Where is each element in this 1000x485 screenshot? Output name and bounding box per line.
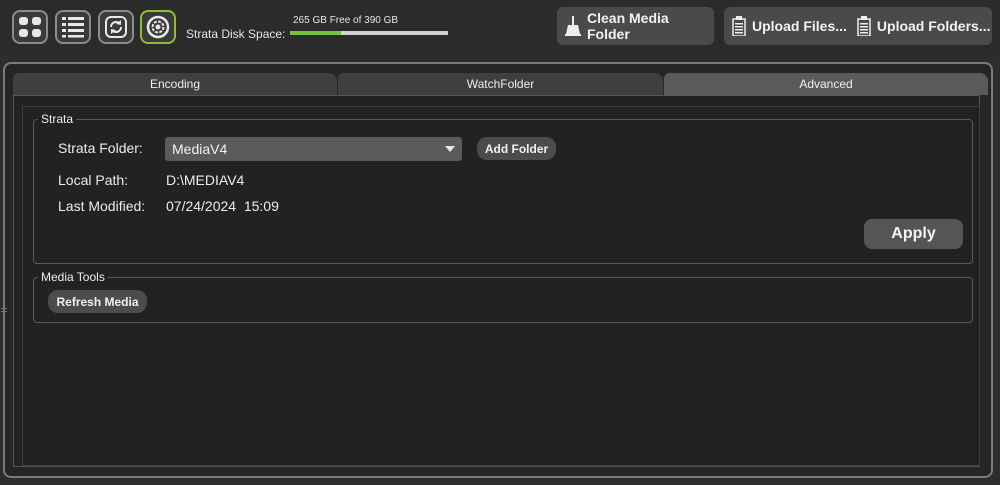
upload-folders-icon [857, 16, 871, 36]
refresh-icon [105, 16, 127, 38]
media-tools-legend: Media Tools [41, 270, 105, 284]
media-tools-group: Media Tools [33, 270, 973, 323]
upload-folders-button[interactable]: Upload Folders... [877, 18, 991, 34]
broom-icon [565, 16, 581, 36]
tab-encoding[interactable]: Encoding [13, 73, 337, 95]
last-modified-label: Last Modified: [58, 198, 146, 214]
local-path-value: D:\MEDIAV4 [166, 172, 245, 188]
settings-icon [146, 15, 170, 39]
settings-button[interactable] [140, 10, 176, 44]
refresh-media-button[interactable]: Refresh Media [48, 290, 147, 313]
disk-space-fill [290, 31, 341, 35]
strata-legend: Strata [41, 112, 74, 126]
list-view-button[interactable] [55, 10, 91, 44]
refresh-button[interactable] [98, 10, 134, 44]
clean-media-folder-label: Clean Media Folder [587, 10, 669, 42]
disk-space-value: 265 GB Free of 390 GB [293, 15, 399, 26]
top-toolbar: Strata Disk Space: 265 GB Free of 390 GB… [0, 0, 1000, 54]
grid-view-icon [19, 17, 41, 37]
tab-advanced[interactable]: Advanced [664, 73, 988, 95]
strata-folder-label: Strata Folder: [58, 140, 143, 156]
last-modified-value: 07/24/2024 15:09 [166, 198, 279, 214]
tab-watchfolder[interactable]: WatchFolder [338, 73, 663, 95]
upload-files-icon [732, 16, 746, 36]
grid-view-button[interactable] [12, 10, 48, 44]
clean-media-folder-button[interactable]: Clean Media Folder [557, 7, 714, 45]
strata-folder-select[interactable]: MediaV4 [165, 137, 462, 161]
local-path-label: Local Path: [58, 172, 129, 188]
add-folder-button[interactable]: Add Folder [477, 137, 556, 160]
disk-space-label: Strata Disk Space: [186, 27, 286, 41]
upload-buttons-group: Upload Files... Upload Folders... [724, 7, 992, 45]
resize-grip[interactable] [1, 308, 7, 314]
dropdown-arrow-icon [445, 146, 455, 152]
strata-group: Strata [33, 112, 973, 264]
apply-button[interactable]: Apply [864, 219, 963, 249]
strata-folder-value: MediaV4 [172, 141, 228, 157]
disk-space-bar [290, 31, 448, 35]
list-view-icon [62, 17, 84, 38]
upload-files-button[interactable]: Upload Files... [752, 18, 847, 34]
